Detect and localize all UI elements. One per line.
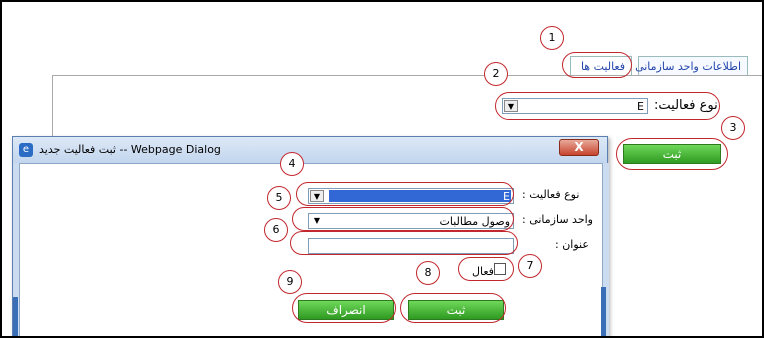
annotation-number: 5 <box>267 186 291 210</box>
annotation-oval-4 <box>296 182 514 206</box>
dialog-org-unit-label: واحد سازمانی : <box>522 213 593 226</box>
annotation-oval-5 <box>292 207 514 231</box>
annotation-number: 7 <box>518 254 542 278</box>
annotation-oval-6 <box>290 231 518 255</box>
tab-label: اطلاعات واحد سازمانی <box>635 60 741 73</box>
annotation-number: 2 <box>484 62 508 86</box>
screenshot-frame: اطلاعات واحد سازمانی فعالیت ها نوع فعالی… <box>0 0 764 338</box>
annotation-oval-7 <box>458 257 514 281</box>
tab-org-unit-info[interactable]: اطلاعات واحد سازمانی <box>635 56 748 76</box>
dialog-activity-type-label: نوع فعالیت : <box>522 188 580 201</box>
dialog-left-edge <box>13 297 18 336</box>
close-button[interactable]: X <box>559 139 599 156</box>
dialog-right-edge <box>601 287 606 336</box>
annotation-number: 6 <box>264 218 288 242</box>
annotation-number: 8 <box>416 261 440 285</box>
annotation-number: 4 <box>280 152 304 176</box>
dialog-title: ثبت فعالیت جدید -- Webpage Dialog <box>39 143 221 156</box>
annotation-oval-9 <box>292 293 396 323</box>
annotation-number: 1 <box>540 26 564 50</box>
annotation-number: 9 <box>278 270 302 294</box>
annotation-number: 3 <box>721 116 745 140</box>
dialog-title-field-label: عنوان : <box>555 238 589 251</box>
annotation-oval-8 <box>400 293 506 323</box>
annotation-oval-3 <box>616 138 728 170</box>
dialog-titlebar[interactable]: e ثبت فعالیت جدید -- Webpage Dialog X <box>13 137 607 163</box>
ie-icon: e <box>19 143 33 157</box>
annotation-oval-1 <box>562 52 632 78</box>
annotation-oval-2 <box>495 92 720 120</box>
